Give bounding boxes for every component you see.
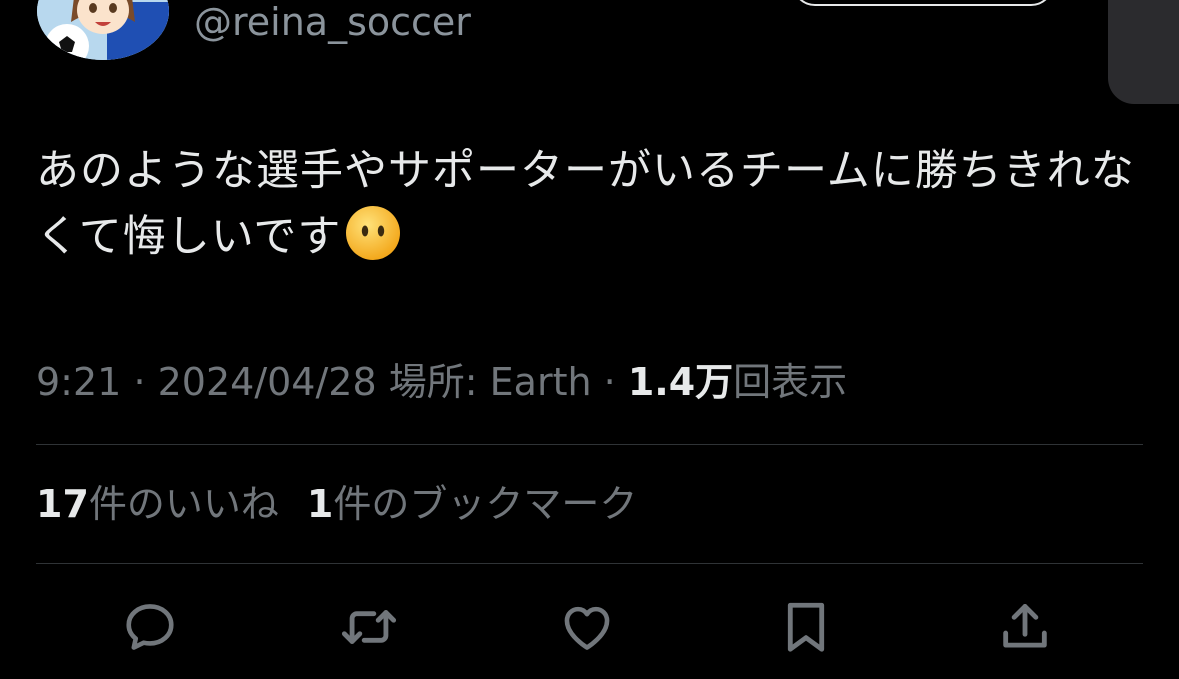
like-button[interactable] [556,596,618,658]
reply-icon [126,604,174,650]
reply-button[interactable] [119,596,181,658]
avatar[interactable] [37,0,169,60]
avatar-image [37,0,169,60]
like-icon [564,606,610,650]
follow-button[interactable] [792,0,1054,6]
user-handle[interactable]: @reina_soccer [194,0,471,44]
share-icon [1003,604,1047,648]
side-panel [1108,0,1179,104]
bookmarks-count[interactable]: 1 [307,482,333,526]
divider [36,444,1143,445]
tweet-date[interactable]: 2024/04/28 [158,360,377,404]
views-count[interactable]: 1.4万 [628,360,733,404]
tweet-body: あのような選手やサポーターがいるチームに勝ちきれなくて悔しいです [36,146,1135,262]
face-without-mouth-emoji-icon [345,205,401,261]
meta-separator: · [133,360,146,404]
action-bar [0,596,1179,666]
views-label[interactable]: 回表示 [733,360,847,404]
likes-count[interactable]: 17 [36,482,89,526]
location-value: Earth [489,360,592,404]
bookmarks-label[interactable]: 件のブックマーク [333,482,637,526]
bookmark-button[interactable] [775,596,837,658]
likes-label[interactable]: 件のいいね [89,482,279,526]
meta-separator: · [603,360,616,404]
tweet-time[interactable]: 9:21 [36,360,121,404]
share-button[interactable] [994,596,1056,658]
tweet-text: あのような選手やサポーターがいるチームに勝ちきれなくて悔しいです [36,138,1146,270]
divider [36,563,1143,564]
retweet-icon [341,610,397,644]
retweet-button[interactable] [338,596,400,658]
location-label: 場所: [388,360,478,404]
tweet-meta: 9:21 · 2024/04/28 場所: Earth · 1.4万回表示 [36,356,847,408]
bookmark-icon [787,602,825,652]
tweet-stats: 17件のいいね 1件のブックマーク [36,478,637,530]
